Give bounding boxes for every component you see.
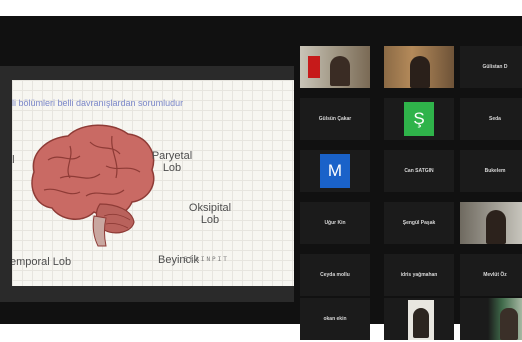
participant-video — [460, 202, 522, 244]
participant-name: Gülsün Çakar — [318, 116, 352, 122]
label-parietal-line2: Lob — [162, 162, 182, 174]
presentation-slide: ili bölümleri belli davranışlardan sorum… — [12, 80, 294, 286]
person-icon — [410, 56, 430, 88]
participant-name: Şengül Paşak — [402, 220, 436, 226]
meeting-window: ili bölümleri belli davranışlardan sorum… — [0, 16, 522, 340]
participant-name: Bukelem — [484, 168, 506, 174]
participant-video — [384, 46, 454, 88]
person-icon — [486, 210, 506, 244]
label-occipital-lobe: Oksipital Lob — [180, 202, 240, 226]
flag-icon — [308, 56, 320, 78]
label-temporal-lobe: emporal Lob — [12, 256, 72, 268]
participant-tile-4[interactable]: Gülsün Çakar — [300, 98, 370, 140]
participant-gallery: Gülistan D Gülsün Çakar Ş Seda M Can SAT… — [300, 32, 522, 340]
label-occipital-line1: Oksipital — [188, 202, 232, 214]
label-occipital-line2: Lob — [200, 214, 220, 226]
participant-name: Ceyda mollu — [320, 272, 350, 278]
slide-title: ili bölümleri belli davranışlardan sorum… — [12, 98, 184, 108]
participant-tile-5[interactable]: Ş — [384, 98, 454, 140]
slide-brand-logo: BRAINPIT — [184, 256, 229, 263]
participant-video — [384, 298, 454, 340]
participant-tile-11[interactable]: Şengül Paşak — [384, 202, 454, 244]
participant-name: idris yağmahan — [400, 272, 438, 278]
participant-tile-15[interactable]: Mevlüt Öz — [460, 254, 522, 296]
label-partial-left: al — [12, 154, 15, 166]
participant-tile-18[interactable] — [460, 298, 522, 340]
participant-name: Uğur Kin — [324, 220, 346, 226]
participant-video — [300, 46, 370, 88]
person-icon — [413, 308, 429, 338]
participant-tile-9[interactable]: Bukelem — [460, 150, 522, 192]
shared-screen: ili bölümleri belli davranışlardan sorum… — [0, 66, 294, 302]
participant-tile-12[interactable] — [460, 202, 522, 244]
participant-tile-3[interactable]: Gülistan D — [460, 46, 522, 88]
label-parietal-lobe: Paryetal Lob — [144, 150, 200, 174]
person-icon — [330, 56, 350, 86]
participant-name: Seda — [489, 116, 501, 122]
participant-tile-8[interactable]: Can SATGIN — [384, 150, 454, 192]
person-icon — [500, 308, 518, 340]
participant-tile-10[interactable]: Uğur Kin — [300, 202, 370, 244]
participant-name: Mevlüt Öz — [483, 272, 507, 278]
participant-tile-14[interactable]: idris yağmahan — [384, 254, 454, 296]
participant-tile-16[interactable]: okan ekin — [300, 298, 370, 340]
label-parietal-line1: Paryetal — [151, 150, 193, 162]
participant-tile-13[interactable]: Ceyda mollu — [300, 254, 370, 296]
avatar: M — [320, 154, 350, 188]
screen: ili bölümleri belli davranışlardan sorum… — [0, 0, 522, 342]
participant-name: Can SATGIN — [404, 168, 434, 174]
participant-name: Gülistan D — [482, 64, 508, 70]
participant-tile-17[interactable] — [384, 298, 454, 340]
participant-name: okan ekin — [323, 316, 347, 322]
avatar: Ş — [404, 102, 434, 136]
brain-illustration — [31, 124, 155, 247]
participant-tile-2[interactable] — [384, 46, 454, 88]
participant-video — [460, 298, 522, 340]
participant-tile-1[interactable] — [300, 46, 370, 88]
participant-tile-7[interactable]: M — [300, 150, 370, 192]
participant-tile-6[interactable]: Seda — [460, 98, 522, 140]
